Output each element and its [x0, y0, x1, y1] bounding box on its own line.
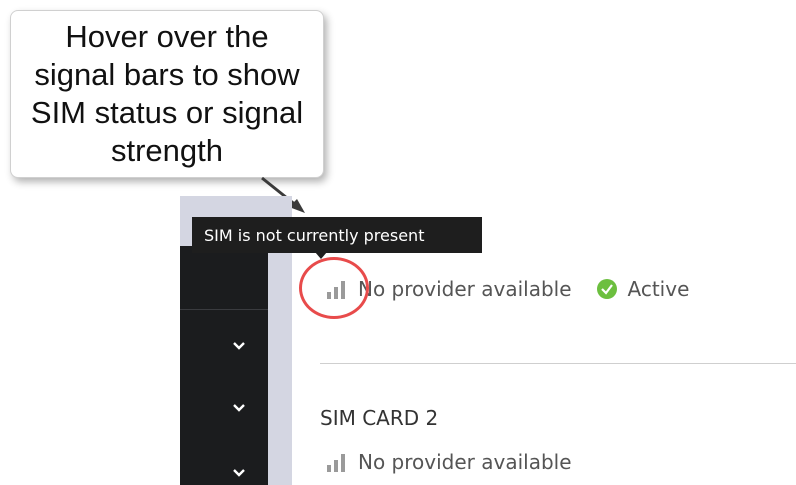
- sidebar-divider: [180, 309, 268, 310]
- tooltip-text: SIM is not currently present: [204, 225, 425, 245]
- chevron-down-icon[interactable]: [232, 403, 246, 413]
- sidebar-gutter: [268, 246, 292, 485]
- check-circle-icon: [596, 279, 617, 299]
- chevron-down-icon[interactable]: [232, 468, 246, 478]
- sim1-status-row: No provider available Active: [326, 277, 689, 301]
- highlight-circle: [299, 257, 369, 319]
- sim2-status-row: No provider available: [326, 450, 572, 474]
- signal-bars-icon[interactable]: [326, 452, 346, 472]
- sim1-provider: No provider available: [358, 277, 572, 301]
- signal-tooltip: SIM is not currently present: [192, 217, 482, 253]
- sim1-status-label: Active: [627, 277, 690, 301]
- section-divider: [320, 363, 796, 364]
- chevron-down-icon[interactable]: [232, 341, 246, 351]
- tooltip-pointer: [315, 252, 327, 259]
- sim2-title: SIM CARD 2: [320, 406, 439, 430]
- sim2-provider: No provider available: [358, 450, 572, 474]
- sidebar: [180, 246, 268, 485]
